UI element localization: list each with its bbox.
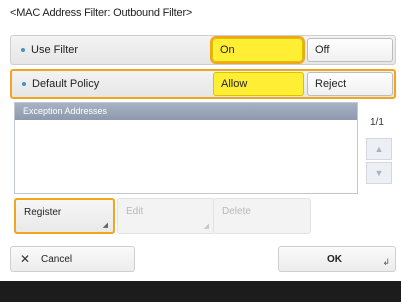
use-filter-off-button[interactable]: Off <box>307 38 393 62</box>
use-filter-row: Use Filter On Off <box>10 35 396 65</box>
close-icon: ✕ <box>20 252 31 266</box>
scroll-down-button[interactable]: ▼ <box>366 162 392 184</box>
cancel-button[interactable]: ✕ Cancel <box>10 246 135 272</box>
corner-triangle-icon: ◢ <box>102 222 108 229</box>
triangle-down-icon: ▼ <box>374 168 384 178</box>
default-policy-label: Default Policy <box>22 78 99 90</box>
default-policy-reject-button[interactable]: Reject <box>307 72 393 96</box>
scroll-up-button[interactable]: ▲ <box>366 138 392 160</box>
bullet-icon <box>22 82 26 87</box>
page-title: <MAC Address Filter: Outbound Filter> <box>10 7 193 19</box>
bullet-icon <box>21 48 25 53</box>
use-filter-label: Use Filter <box>21 44 78 56</box>
exception-addresses-list[interactable]: Exception Addresses <box>14 102 358 194</box>
exception-addresses-header: Exception Addresses <box>15 103 357 120</box>
use-filter-on-button[interactable]: On <box>210 36 305 64</box>
enter-arrow-icon: ↲ <box>382 257 390 267</box>
default-policy-row: Default Policy Allow Reject <box>10 69 396 99</box>
status-bar <box>0 281 401 302</box>
corner-triangle-icon: ◢ <box>203 223 209 230</box>
edit-button[interactable]: Edit ◢ <box>117 198 215 234</box>
delete-button[interactable]: Delete <box>213 198 311 234</box>
page-indicator: 1/1 <box>370 117 384 128</box>
default-policy-allow-button[interactable]: Allow <box>213 72 304 96</box>
triangle-up-icon: ▲ <box>374 144 384 154</box>
ok-button[interactable]: OK ↲ <box>278 246 396 272</box>
register-button[interactable]: Register ◢ <box>14 198 115 234</box>
